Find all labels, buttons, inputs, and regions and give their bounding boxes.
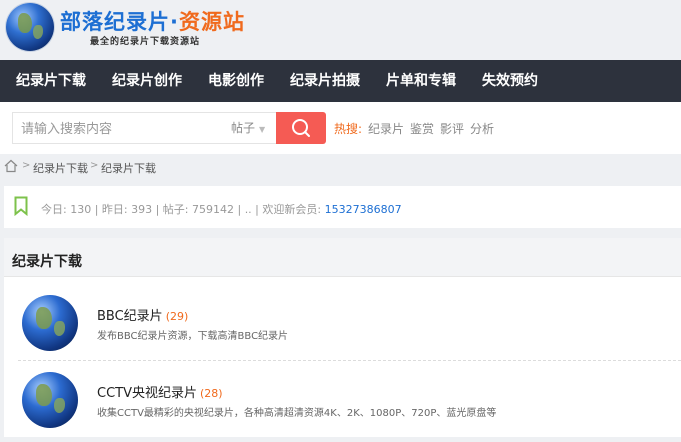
main-nav: 纪录片下载 纪录片创作 电影创作 纪录片拍摄 片单和专辑 失效预约 [0, 60, 681, 102]
search-box: 帖子▼ [12, 112, 276, 145]
chevron-down-icon: ▼ [259, 125, 266, 134]
hot-search-item[interactable]: 纪录片 [368, 120, 404, 137]
breadcrumb-current: 纪录片下载 [101, 162, 156, 175]
site-logo-title[interactable]: 部落纪录片·资源站 [60, 6, 245, 36]
search-icon [292, 119, 310, 137]
search-type-label: 帖子 [231, 121, 256, 135]
forum-item[interactable]: CCTV央视纪录片 (28) 收集CCTV最精彩的央视纪录片，各种高清超清资源4K… [4, 372, 681, 442]
bookmark-icon [14, 196, 28, 216]
chevron-right-icon: > [90, 160, 99, 171]
search-input[interactable] [19, 113, 223, 145]
nav-item-documentary-shooting[interactable]: 纪录片拍摄 [290, 60, 360, 102]
stats-text: 今日: 130 | 昨日: 393 | 帖子: 759142 | .. | 欢迎… [41, 201, 402, 217]
section-title: 纪录片下载 [12, 254, 82, 270]
search-button[interactable] [276, 112, 326, 144]
nav-item-documentary-download[interactable]: 纪录片下载 [16, 60, 86, 102]
forum-globe-icon[interactable] [22, 372, 78, 428]
forum-name-label: CCTV央视纪录片 [97, 386, 197, 401]
forum-count: (29) [165, 310, 189, 323]
breadcrumb-link[interactable]: 纪录片下载 [33, 160, 88, 176]
logo-title-dot: · [170, 10, 179, 34]
search-type-select[interactable]: 帖子 ▼ [231, 113, 265, 143]
forum-item[interactable]: BBC纪录片 (29) 发布BBC纪录片资源，下载高清BBC纪录片 [4, 295, 681, 365]
logo-title-part1: 部落纪录片 [60, 10, 170, 34]
forum-description: 发布BBC纪录片资源，下载高清BBC纪录片 [97, 331, 289, 342]
nav-item-film-creation[interactable]: 电影创作 [208, 60, 264, 102]
chevron-right-icon: > [22, 160, 31, 171]
site-header: 部落纪录片·资源站 最全的纪录片下载资源站 [0, 0, 681, 60]
new-member-link[interactable]: 15327386807 [325, 203, 402, 216]
divider [18, 360, 681, 361]
hot-search-label: 热搜: [334, 122, 363, 136]
logo-globe-icon[interactable] [6, 3, 54, 51]
forum-globe-icon[interactable] [22, 295, 78, 351]
breadcrumb: > 纪录片下载 > 纪录片下载 [0, 154, 681, 180]
forum-name[interactable]: BBC纪录片 (29) [97, 305, 188, 324]
logo-title-part2: 资源站 [178, 10, 245, 34]
forum-section: 纪录片下载 BBC纪录片 (29) 发布BBC纪录片资源，下载高清BBC纪录片 C… [4, 238, 681, 437]
hot-search-item[interactable]: 分析 [470, 120, 494, 137]
home-icon[interactable] [4, 159, 18, 173]
search-bar: 帖子▼ 热搜: 纪录片 鉴赏 影评 分析 [0, 102, 681, 154]
site-subtitle: 最全的纪录片下载资源站 [90, 37, 201, 47]
forum-name-label: BBC纪录片 [97, 309, 163, 324]
forum-name[interactable]: CCTV央视纪录片 (28) [97, 382, 223, 401]
stats-summary: 今日: 130 | 昨日: 393 | 帖子: 759142 | .. | 欢迎… [41, 203, 325, 216]
forum-count: (28) [200, 387, 223, 400]
section-header: 纪录片下载 [4, 238, 681, 277]
nav-item-documentary-creation[interactable]: 纪录片创作 [112, 60, 182, 102]
nav-item-lists-albums[interactable]: 片单和专辑 [386, 60, 456, 102]
hot-search-item[interactable]: 影评 [440, 120, 464, 137]
nav-item-expired-reservation[interactable]: 失效预约 [482, 60, 538, 102]
hot-search-item[interactable]: 鉴赏 [410, 120, 434, 137]
forum-description: 收集CCTV最精彩的央视纪录片，各种高清超清资源4K、2K、1080P、720P… [97, 408, 497, 419]
forum-stats: 今日: 130 | 昨日: 393 | 帖子: 759142 | .. | 欢迎… [4, 186, 681, 228]
